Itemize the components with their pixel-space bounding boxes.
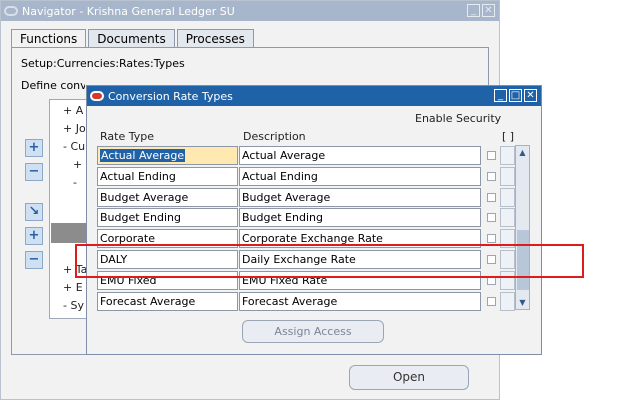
row-selector[interactable] [500,146,515,165]
close-icon[interactable]: ✕ [524,89,537,102]
expand-all-button[interactable]: + [25,227,43,245]
description-cell[interactable]: Budget Ending [239,208,481,227]
row-selector[interactable] [500,188,515,207]
oracle-icon [90,91,104,101]
function-description: Define conversion rate types [21,79,85,92]
enable-security-checkbox[interactable] [487,297,496,306]
description-cell[interactable]: Actual Ending [239,167,481,186]
tree-item[interactable]: + Jo [63,122,86,135]
rate-type-selected-text: Actual Average [100,149,186,162]
enable-security-label: Enable Security [415,112,502,125]
expand-branch-button[interactable]: ↘ [25,203,43,221]
expand-button[interactable]: + [25,139,43,157]
function-path: Setup:Currencies:Rates:Types [21,57,185,70]
enable-security-checkbox[interactable] [487,193,496,202]
description-cell[interactable]: Forecast Average [239,292,481,311]
tree-item[interactable]: + E [63,281,83,294]
tree-item[interactable]: - Sy [63,299,84,312]
row-selector[interactable] [500,292,515,311]
rate-type-cell[interactable]: Actual Ending [97,167,238,186]
tree-item[interactable]: + [73,158,82,171]
tab-processes[interactable]: Processes [176,29,254,47]
tab-functions[interactable]: Functions [11,29,87,47]
enable-security-checkbox[interactable] [487,234,496,243]
rate-type-header: Rate Type [100,130,154,143]
rate-type-cell[interactable]: Actual Average [97,146,238,165]
navigator-title: Navigator - Krishna General Ledger SU [22,4,235,18]
enable-security-checkbox[interactable] [487,213,496,222]
dialog-titlebar: Conversion Rate Types _ □ ✕ [87,86,541,106]
oracle-icon [4,6,18,16]
minimize-icon[interactable]: _ [467,4,480,17]
tree-item[interactable]: + A [63,104,83,117]
navigator-titlebar: Navigator - Krishna General Ledger SU _ … [1,1,499,21]
tab-documents[interactable]: Documents [88,29,175,47]
dialog-title: Conversion Rate Types [108,89,233,103]
row-selector[interactable] [500,208,515,227]
description-cell[interactable]: Actual Average [239,146,481,165]
navigator-tabs: Functions Documents Processes [11,29,256,47]
tree-selected-item[interactable] [51,223,87,243]
close-icon[interactable]: ✕ [482,4,495,17]
scroll-up-icon[interactable]: ▲ [516,146,529,159]
folder-toggle-label[interactable]: [ ] [502,130,514,143]
rate-type-cell[interactable]: Budget Average [97,188,238,207]
rate-type-cell[interactable]: Forecast Average [97,292,238,311]
rate-type-cell[interactable]: Budget Ending [97,208,238,227]
minimize-icon[interactable]: _ [494,89,507,102]
description-cell[interactable]: Budget Average [239,188,481,207]
tree-item[interactable]: - [73,176,77,189]
enable-security-checkbox[interactable] [487,151,496,160]
collapse-button[interactable]: − [25,163,43,181]
maximize-icon[interactable]: □ [509,89,522,102]
description-header: Description [243,130,306,143]
vertical-scrollbar[interactable]: ▲ ▼ [515,145,530,310]
open-button[interactable]: Open [349,365,469,390]
tree-item[interactable]: - Cu [63,140,85,153]
scroll-down-icon[interactable]: ▼ [516,296,529,309]
row-selector[interactable] [500,167,515,186]
highlight-annotation [75,244,584,278]
enable-security-checkbox[interactable] [487,172,496,181]
collapse-all-button[interactable]: − [25,251,43,269]
assign-access-button[interactable]: Assign Access [242,320,384,343]
